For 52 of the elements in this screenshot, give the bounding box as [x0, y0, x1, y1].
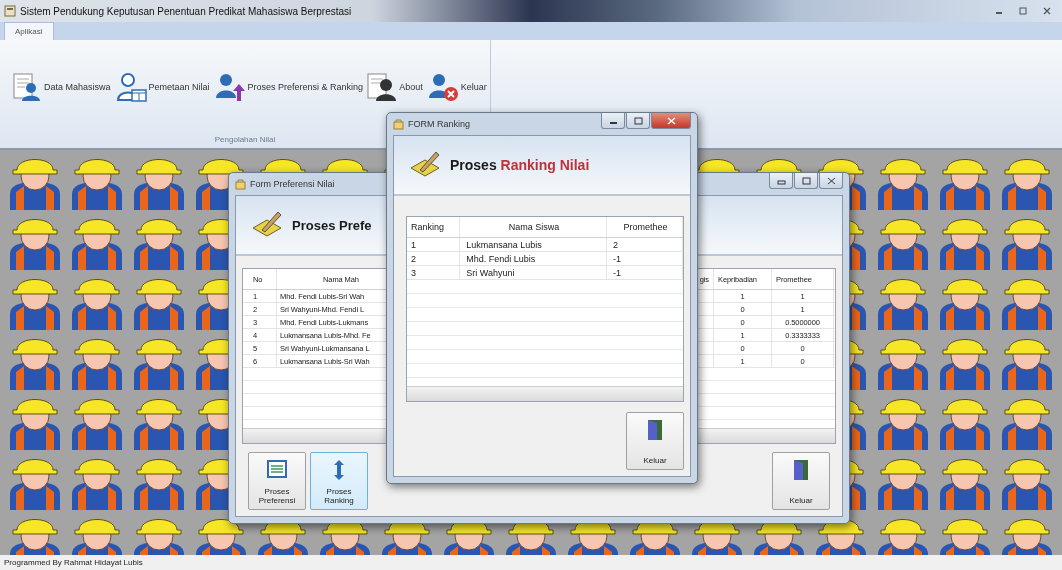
exit-button[interactable]: Keluar: [626, 412, 684, 470]
table-cell: -1: [606, 252, 683, 265]
status-text: Programmed By Rahmat Hidayat Lubis: [4, 558, 143, 567]
table-cell: 2: [407, 252, 461, 265]
close-icon: [826, 176, 836, 185]
column-header: Ranking: [407, 217, 461, 237]
door-icon: [792, 459, 810, 481]
ribbon-button[interactable]: About: [367, 72, 423, 102]
header-title: Proses Prefe: [292, 217, 372, 233]
form-icon: [393, 118, 404, 130]
ribbon-group-label: Pengolahan Nilai: [214, 135, 276, 144]
ribbon-button[interactable]: Keluar: [426, 72, 487, 102]
table-cell: Sri Wahyuni: [460, 266, 607, 279]
app-icon: [4, 5, 16, 17]
window-title: Sistem Pendukung Keputusan Penentuan Predikat Mahasiswa Berprestasi: [20, 5, 352, 17]
person-arrow-icon: [213, 72, 246, 102]
table-cell: -1: [606, 266, 683, 279]
ribbon-tab[interactable]: Aplikasi: [4, 22, 54, 40]
column-header: Promethee: [606, 217, 683, 237]
maximize-icon: [633, 116, 643, 125]
table-cell: 2: [606, 238, 683, 251]
student-list-icon: [12, 72, 42, 102]
action-button[interactable]: Proses Preferensi: [248, 452, 306, 510]
column-header: Nama Siswa: [460, 217, 607, 237]
ribbon-button[interactable]: Proses Preferensi & Ranking: [213, 72, 364, 102]
close-icon: [666, 116, 676, 125]
close-button[interactable]: [651, 113, 691, 129]
maximize-icon: [801, 176, 811, 185]
person-table-icon: [114, 72, 147, 102]
ribbon-button[interactable]: Pemetaan Nilai: [114, 72, 210, 102]
table-cell: Mhd. Fendi Lubis: [460, 252, 607, 265]
minimize-button[interactable]: [601, 113, 625, 129]
exit-button[interactable]: Keluar: [772, 452, 830, 510]
maximize-icon: [1019, 7, 1027, 15]
window-title: Form Preferensi Nilai: [250, 179, 335, 189]
table-cell: 1: [407, 238, 461, 251]
sort-arrows-icon: [333, 459, 345, 481]
maximize-button[interactable]: [794, 173, 818, 189]
action-button[interactable]: Proses Ranking: [310, 452, 368, 510]
header-title: Proses Ranking Nilai: [450, 157, 590, 173]
help-person-icon: [367, 72, 398, 102]
close-icon: [1043, 7, 1051, 15]
table-cell: Lukmansana Lubis: [460, 238, 607, 251]
person-close-icon: [426, 72, 459, 102]
ribbon-button[interactable]: Data Mahasiswa: [12, 72, 111, 102]
form-icon: [235, 178, 246, 190]
close-button[interactable]: [819, 173, 843, 189]
window-title: FORM Ranking: [408, 119, 470, 129]
door-icon: [646, 419, 664, 441]
list-icon: [267, 459, 287, 479]
table-cell: 3: [407, 266, 461, 279]
horizontal-scrollbar[interactable]: [407, 386, 683, 401]
